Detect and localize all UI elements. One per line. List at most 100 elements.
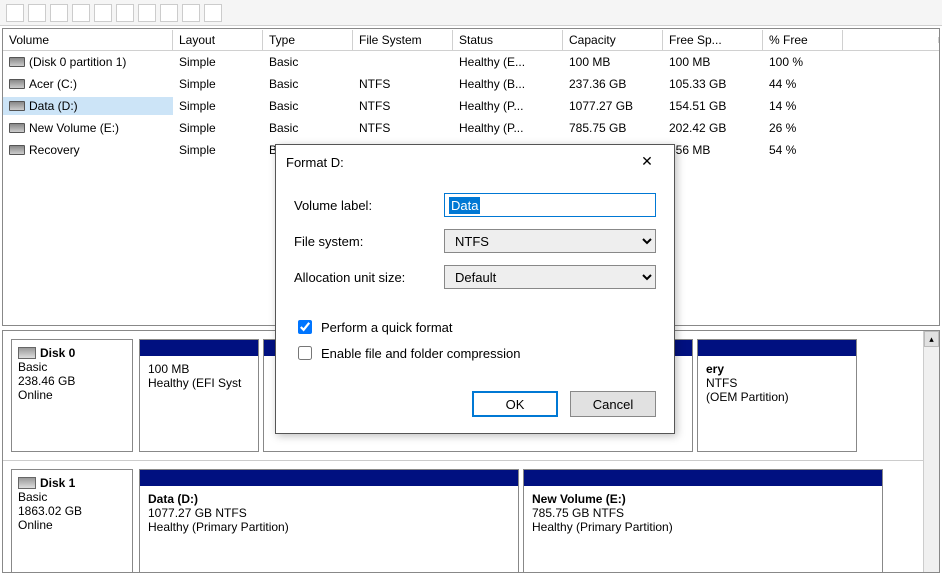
table-cell: Basic <box>263 53 353 71</box>
volume-icon <box>9 123 25 133</box>
file-system-label: File system: <box>294 234 444 249</box>
format-dialog: Format D: ✕ Volume label: Data File syst… <box>275 144 675 434</box>
disk-size: 238.46 GB <box>18 374 126 388</box>
partition-size: 100 MB <box>148 362 250 376</box>
table-cell <box>843 60 939 64</box>
partition-stripe <box>140 470 518 486</box>
toolbar-button[interactable] <box>50 4 68 22</box>
disk-state: Online <box>18 518 126 532</box>
partition[interactable]: Data (D:)1077.27 GB NTFSHealthy (Primary… <box>139 469 519 573</box>
partition-status: Healthy (EFI Syst <box>148 376 250 390</box>
disk-name: Disk 0 <box>18 346 126 360</box>
table-cell: Healthy (B... <box>453 75 563 93</box>
table-cell: Simple <box>173 97 263 115</box>
toolbar-button[interactable] <box>116 4 134 22</box>
scroll-up-icon[interactable]: ▴ <box>924 331 939 347</box>
table-row[interactable]: New Volume (E:)SimpleBasicNTFSHealthy (P… <box>3 117 939 139</box>
table-cell: 154.51 GB <box>663 97 763 115</box>
table-cell: Acer (C:) <box>3 75 173 93</box>
partition-status: Healthy (Primary Partition) <box>148 520 510 534</box>
toolbar-button[interactable] <box>182 4 200 22</box>
toolbar <box>0 0 942 26</box>
partition-title: Data (D:) <box>148 492 510 506</box>
partition-size: 785.75 GB NTFS <box>532 506 874 520</box>
table-cell: 556 MB <box>663 141 763 159</box>
toolbar-button[interactable] <box>6 4 24 22</box>
partition-size: 1077.27 GB NTFS <box>148 506 510 520</box>
column-capacity[interactable]: Capacity <box>563 30 663 50</box>
table-row[interactable]: (Disk 0 partition 1)SimpleBasicHealthy (… <box>3 51 939 73</box>
partition[interactable]: 100 MBHealthy (EFI Syst <box>139 339 259 452</box>
table-cell: Healthy (P... <box>453 119 563 137</box>
table-cell: NTFS <box>353 75 453 93</box>
partition-size: NTFS <box>706 376 848 390</box>
column-volume[interactable]: Volume <box>3 30 173 50</box>
drive-icon <box>18 347 36 359</box>
partition-title: ery <box>706 362 848 376</box>
file-system-select[interactable]: NTFS <box>444 229 656 253</box>
column-filesystem[interactable]: File System <box>353 30 453 50</box>
table-cell <box>353 60 453 64</box>
table-cell <box>843 82 939 86</box>
table-row[interactable]: Data (D:)SimpleBasicNTFSHealthy (P...107… <box>3 95 939 117</box>
drive-icon <box>18 477 36 489</box>
table-cell: Simple <box>173 53 263 71</box>
table-cell: Simple <box>173 119 263 137</box>
table-cell: Basic <box>263 75 353 93</box>
table-cell: Data (D:) <box>3 97 173 115</box>
allocation-select[interactable]: Default <box>444 265 656 289</box>
volume-label-input[interactable]: Data <box>444 193 656 217</box>
partition-body: eryNTFS(OEM Partition) <box>698 356 856 451</box>
partition-title: New Volume (E:) <box>532 492 874 506</box>
partition-container: Data (D:)1077.27 GB NTFSHealthy (Primary… <box>139 469 931 573</box>
column-type[interactable]: Type <box>263 30 353 50</box>
table-cell: Simple <box>173 75 263 93</box>
disk-size: 1863.02 GB <box>18 504 126 518</box>
dialog-titlebar: Format D: ✕ <box>276 145 674 179</box>
column-layout[interactable]: Layout <box>173 30 263 50</box>
compression-check[interactable]: Enable file and folder compression <box>294 343 656 363</box>
table-cell: NTFS <box>353 119 453 137</box>
table-row[interactable]: Acer (C:)SimpleBasicNTFSHealthy (B...237… <box>3 73 939 95</box>
toolbar-button[interactable] <box>94 4 112 22</box>
disk-info[interactable]: Disk 1Basic1863.02 GBOnline <box>11 469 133 573</box>
table-cell <box>843 104 939 108</box>
quick-format-check[interactable]: Perform a quick format <box>294 317 656 337</box>
compression-label: Enable file and folder compression <box>321 346 520 361</box>
disk-state: Online <box>18 388 126 402</box>
volume-label-value: Data <box>449 197 480 214</box>
disk-info[interactable]: Disk 0Basic238.46 GBOnline <box>11 339 133 452</box>
volume-header-row: Volume Layout Type File System Status Ca… <box>3 29 939 51</box>
column-freespace[interactable]: Free Sp... <box>663 30 763 50</box>
table-cell: Healthy (P... <box>453 97 563 115</box>
column-pctfree[interactable]: % Free <box>763 30 843 50</box>
table-cell <box>843 148 939 152</box>
partition-stripe <box>698 340 856 356</box>
toolbar-button[interactable] <box>138 4 156 22</box>
partition[interactable]: New Volume (E:)785.75 GB NTFSHealthy (Pr… <box>523 469 883 573</box>
table-cell: Healthy (E... <box>453 53 563 71</box>
table-cell: 785.75 GB <box>563 119 663 137</box>
table-cell: 100 MB <box>663 53 763 71</box>
close-icon[interactable]: ✕ <box>630 151 664 173</box>
column-status[interactable]: Status <box>453 30 563 50</box>
cancel-button[interactable]: Cancel <box>570 391 656 417</box>
disk-type: Basic <box>18 360 126 374</box>
toolbar-button[interactable] <box>28 4 46 22</box>
ok-button[interactable]: OK <box>472 391 558 417</box>
table-cell: Simple <box>173 141 263 159</box>
column-blank <box>843 37 939 43</box>
partition[interactable]: eryNTFS(OEM Partition) <box>697 339 857 452</box>
vertical-scrollbar[interactable]: ▴ <box>923 331 939 572</box>
table-cell: 100 MB <box>563 53 663 71</box>
compression-checkbox[interactable] <box>298 346 312 360</box>
toolbar-button[interactable] <box>72 4 90 22</box>
quick-format-label: Perform a quick format <box>321 320 453 335</box>
volume-label-label: Volume label: <box>294 198 444 213</box>
quick-format-checkbox[interactable] <box>298 320 312 334</box>
partition-stripe <box>140 340 258 356</box>
toolbar-button[interactable] <box>160 4 178 22</box>
dialog-body: Volume label: Data File system: NTFS All… <box>276 179 674 433</box>
toolbar-button[interactable] <box>204 4 222 22</box>
table-cell: Recovery <box>3 141 173 159</box>
